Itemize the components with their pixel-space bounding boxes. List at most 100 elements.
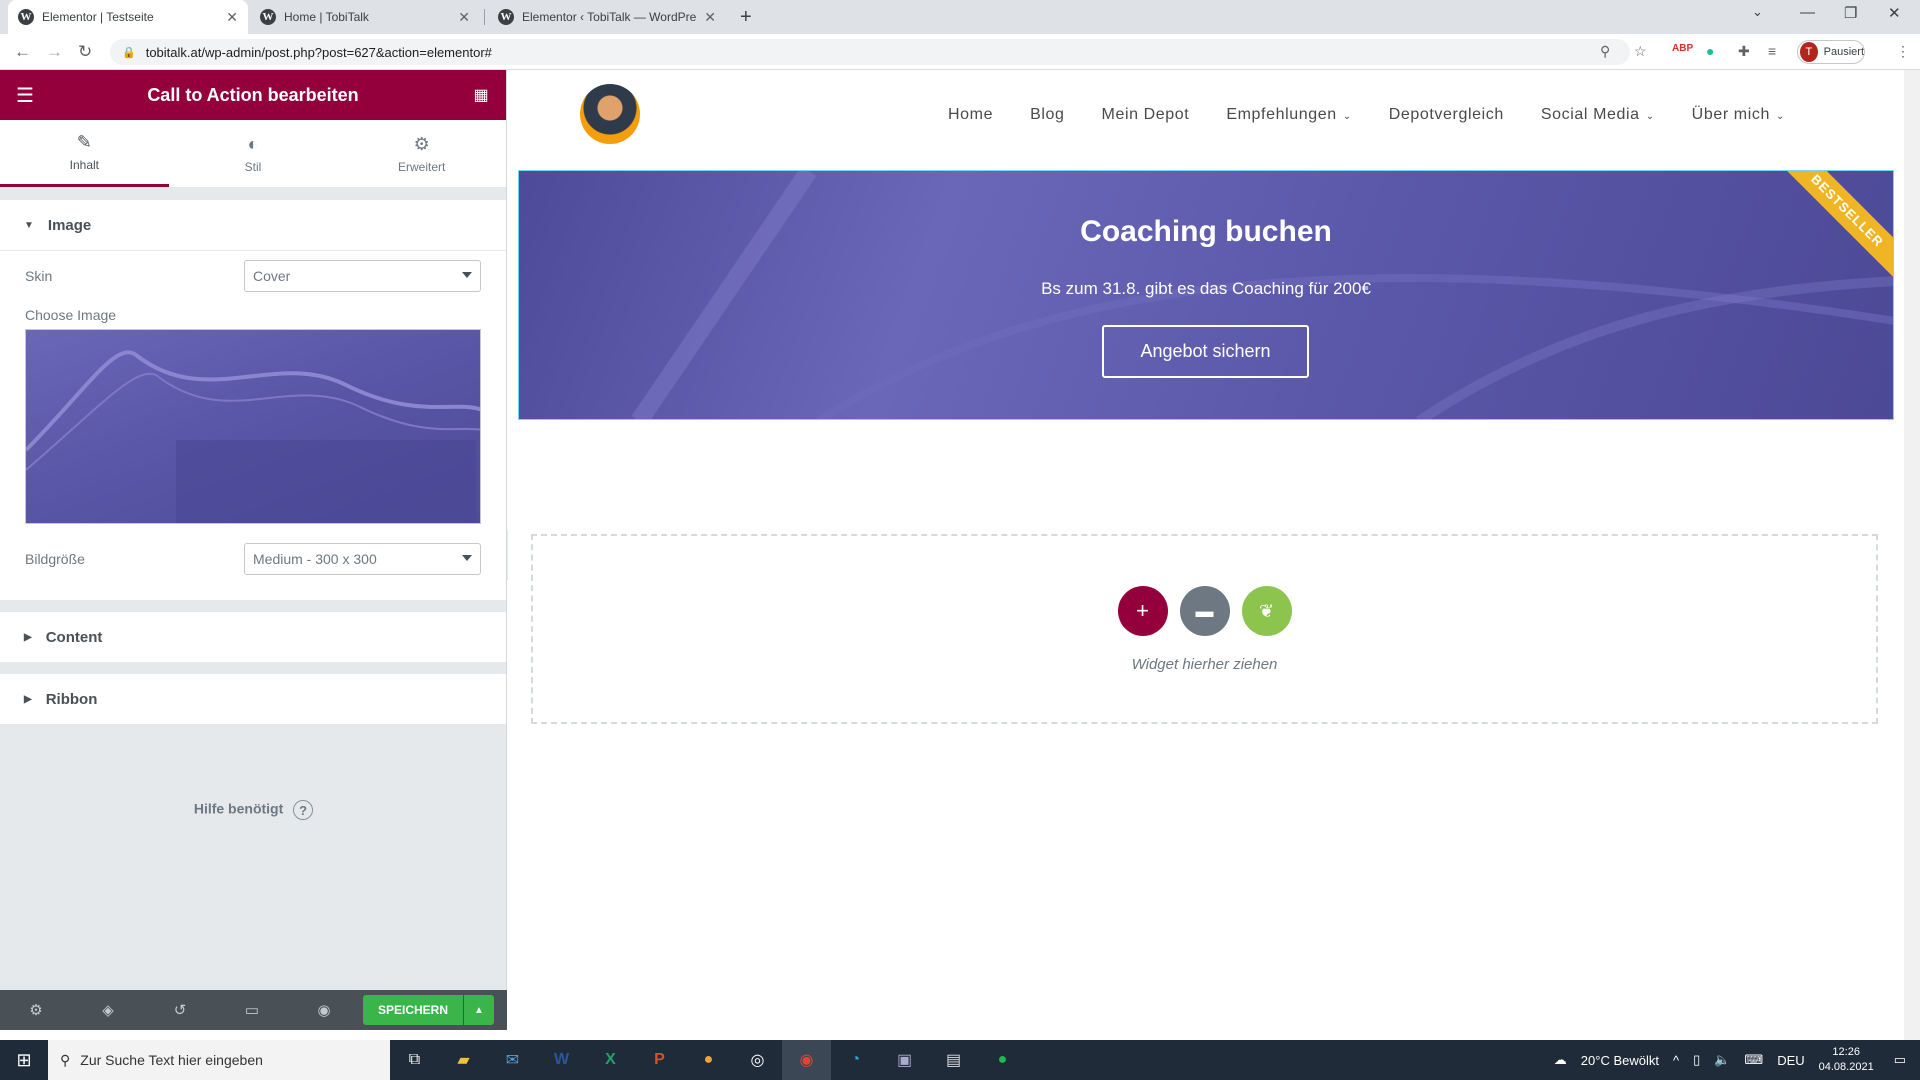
- url-bar[interactable]: 🔒 tobitalk.at/wp-admin/post.php?post=627…: [110, 39, 1630, 65]
- tab-search-icon[interactable]: ⌄: [1752, 4, 1763, 20]
- taskbar-search-input[interactable]: ⚲ Zur Suche Text hier eingeben: [48, 1040, 390, 1080]
- tab-label: Stil: [244, 159, 262, 174]
- powerpoint-icon[interactable]: P: [635, 1040, 684, 1080]
- bookmark-star-icon[interactable]: ☆: [1634, 43, 1647, 60]
- preview-eye-icon[interactable]: ◉: [288, 1001, 360, 1019]
- widget-drop-zone[interactable]: + ▬ ❦ Widget hierher ziehen: [531, 534, 1878, 724]
- language-indicator[interactable]: DEU: [1777, 1053, 1804, 1068]
- cloud-icon: ☁: [1553, 1052, 1567, 1067]
- browser-tab-bar: W Elementor | Testseite ✕ W Home | TobiT…: [0, 0, 1920, 34]
- browser-tab-home-tobitalk[interactable]: W Home | TobiTalk ✕: [250, 0, 480, 34]
- zoom-icon[interactable]: ⚲: [1600, 43, 1610, 60]
- content-section-header[interactable]: ▶ Content: [0, 612, 506, 662]
- wordpress-icon: W: [18, 9, 34, 25]
- profile-button[interactable]: T Pausiert: [1797, 40, 1865, 64]
- adblock-icon[interactable]: ABP: [1672, 43, 1693, 54]
- menu-item-social-media[interactable]: Social Media ⌄: [1541, 106, 1655, 124]
- add-section-plus-icon[interactable]: +: [1117, 586, 1168, 636]
- reading-list-icon[interactable]: ≡: [1768, 43, 1776, 59]
- image-preview[interactable]: [25, 329, 481, 524]
- weather-text[interactable]: 20°C Bewölkt: [1581, 1053, 1659, 1068]
- menu-item-blog[interactable]: Blog: [1030, 106, 1064, 124]
- bildgroesse-select[interactable]: Medium - 300 x 300: [244, 543, 481, 575]
- tab-title: Elementor | Testseite: [42, 10, 154, 24]
- call-to-action-widget[interactable]: BESTSELLER Coaching buchen Bs zum 31.8. …: [518, 170, 1894, 420]
- responsive-mode-icon[interactable]: ▭: [216, 1001, 288, 1019]
- menu-item-ueber-mich[interactable]: Über mich ⌄: [1692, 106, 1785, 124]
- image-section-header[interactable]: ▼ Image: [0, 200, 506, 250]
- edge-icon[interactable]: ◔: [831, 1040, 880, 1080]
- close-icon[interactable]: ✕: [226, 9, 238, 26]
- file-explorer-icon[interactable]: ▰: [439, 1040, 488, 1080]
- page-scrollbar[interactable]: [1904, 70, 1920, 1040]
- ribbon-section[interactable]: ▶ Ribbon: [0, 674, 506, 724]
- history-icon[interactable]: ↺: [144, 1001, 216, 1019]
- notification-icon[interactable]: ▭: [1894, 1052, 1906, 1068]
- drop-zone-actions: + ▬ ❦: [533, 586, 1876, 636]
- close-icon[interactable]: ✕: [704, 9, 716, 26]
- tab-stil[interactable]: ◐ Stil: [169, 120, 338, 187]
- ribbon-section-header[interactable]: ▶ Ribbon: [0, 674, 506, 724]
- help-link[interactable]: Hilfe benötigt ?: [0, 800, 507, 820]
- settings-gear-icon[interactable]: ⚙: [0, 1001, 72, 1019]
- menu-item-depotvergleich[interactable]: Depotvergleich: [1389, 106, 1504, 124]
- choose-image-label: Choose Image: [25, 307, 117, 323]
- browser-tab-elementor-wordpress[interactable]: W Elementor ‹ TobiTalk — WordPre ✕: [488, 0, 726, 34]
- system-tray: ☁ 20°C Bewölkt ^ ▯ 🔈 ⌨ DEU 12:26 04.08.2…: [1554, 1040, 1920, 1080]
- chrome-icon[interactable]: ◉: [782, 1040, 831, 1080]
- windows-start-icon[interactable]: ⊞: [0, 1050, 48, 1071]
- menu-item-mein-depot[interactable]: Mein Depot: [1102, 106, 1190, 124]
- forward-button[interactable]: →: [46, 42, 63, 62]
- menu-label: Social Media: [1540, 106, 1640, 123]
- envato-leaf-icon[interactable]: ❦: [1241, 586, 1292, 636]
- template-folder-icon[interactable]: ▬: [1179, 586, 1230, 636]
- menu-item-home[interactable]: Home: [948, 106, 993, 124]
- minimize-button[interactable]: —: [1800, 4, 1815, 21]
- site-logo[interactable]: [580, 84, 640, 144]
- skin-select[interactable]: Cover: [244, 260, 481, 292]
- spotify-icon[interactable]: ●: [978, 1040, 1027, 1080]
- contrast-icon: ◐: [247, 133, 259, 154]
- network-icon[interactable]: ▯: [1693, 1052, 1700, 1068]
- save-options-caret-icon[interactable]: ▲: [464, 995, 494, 1025]
- close-icon[interactable]: ✕: [458, 9, 470, 26]
- extensions-puzzle-icon[interactable]: ✚: [1738, 43, 1750, 60]
- tab-inhalt[interactable]: ✎ Inhalt: [0, 120, 169, 187]
- menu-item-empfehlungen[interactable]: Empfehlungen ⌄: [1226, 106, 1351, 124]
- tray-chevron-icon[interactable]: ^: [1673, 1053, 1679, 1068]
- restore-button[interactable]: ❐: [1844, 4, 1857, 22]
- caret-right-icon: ▶: [24, 693, 32, 705]
- back-button[interactable]: ←: [14, 42, 31, 62]
- address-toolbar: ← → ↻ 🔒 tobitalk.at/wp-admin/post.php?po…: [0, 34, 1920, 70]
- clock[interactable]: 12:26 04.08.2021: [1819, 1045, 1874, 1075]
- window-close-button[interactable]: ✕: [1888, 4, 1901, 22]
- content-section[interactable]: ▶ Content: [0, 612, 506, 662]
- excel-icon[interactable]: X: [586, 1040, 635, 1080]
- skin-control: Skin Cover: [25, 251, 481, 301]
- new-tab-button[interactable]: +: [740, 6, 752, 29]
- browser-tab-elementor-testseite[interactable]: W Elementor | Testseite ✕: [8, 0, 248, 34]
- chrome-menu-icon[interactable]: ⋮: [1896, 43, 1910, 60]
- tab-erweitert[interactable]: ⚙ Erweitert: [337, 120, 506, 187]
- keyboard-icon[interactable]: ⌨: [1744, 1052, 1763, 1068]
- mail-icon[interactable]: ✉: [488, 1040, 537, 1080]
- grammarly-icon[interactable]: ●: [1706, 43, 1714, 59]
- widgets-grid-icon[interactable]: ▦: [456, 85, 506, 105]
- task-view-icon[interactable]: ⧉: [390, 1040, 439, 1080]
- firefox-icon[interactable]: ●: [684, 1040, 733, 1080]
- word-icon[interactable]: W: [537, 1040, 586, 1080]
- wordpress-icon: W: [498, 9, 514, 25]
- volume-icon[interactable]: 🔈: [1714, 1052, 1730, 1068]
- panel-tabs: ✎ Inhalt ◐ Stil ⚙ Erweitert: [0, 120, 506, 188]
- reload-button[interactable]: ↻: [78, 42, 92, 62]
- navigator-layers-icon[interactable]: ◈: [72, 1001, 144, 1019]
- skin-value: Cover: [253, 268, 291, 284]
- save-button[interactable]: SPEICHERN: [363, 995, 463, 1025]
- cta-button[interactable]: Angebot sichern: [1102, 325, 1309, 378]
- hamburger-menu-icon[interactable]: ☰: [0, 83, 50, 108]
- site-main-menu: Home Blog Mein Depot Empfehlungen ⌄ Depot…: [948, 106, 1822, 124]
- app-icon[interactable]: ▣: [880, 1040, 929, 1080]
- obs-icon[interactable]: ◎: [733, 1040, 782, 1080]
- notepad-icon[interactable]: ▤: [929, 1040, 978, 1080]
- tab-divider: [484, 9, 485, 25]
